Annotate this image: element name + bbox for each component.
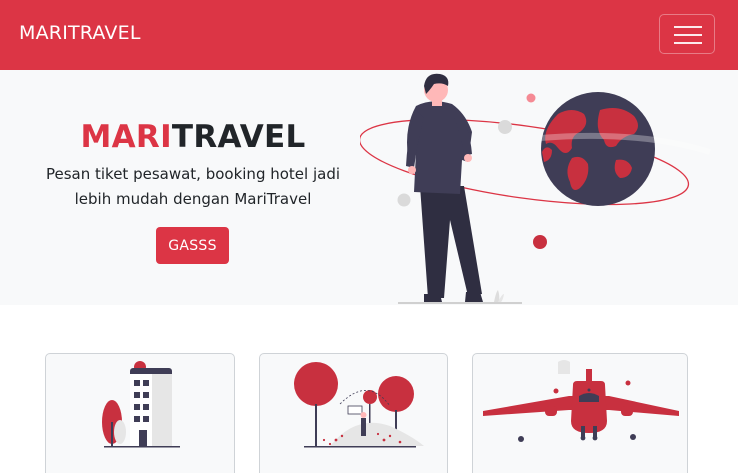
gasss-button[interactable]: GASSS [156, 227, 229, 264]
hotel-building-illustration [102, 361, 180, 448]
park-card[interactable] [259, 353, 448, 473]
hero-title-rest: TRAVEL [171, 119, 306, 155]
navbar: MARITRAVEL [0, 0, 738, 70]
park-scene-illustration [294, 362, 424, 448]
hamburger-menu-icon [674, 26, 702, 44]
hero-title: MARITRAVEL [0, 119, 386, 155]
airplane-illustration [483, 360, 679, 442]
menu-toggle-button[interactable] [659, 14, 715, 54]
traveler-globe-illustration [360, 73, 711, 304]
flight-card[interactable] [472, 353, 688, 473]
brand-logo[interactable]: MARITRAVEL [19, 22, 141, 44]
hero-section: MARITRAVEL Pesan tiket pesawat, booking … [0, 70, 738, 305]
hero-title-accent: MARI [80, 119, 172, 155]
hero-description: Pesan tiket pesawat, booking hotel jadi … [45, 165, 341, 208]
hotel-card[interactable] [45, 353, 235, 473]
